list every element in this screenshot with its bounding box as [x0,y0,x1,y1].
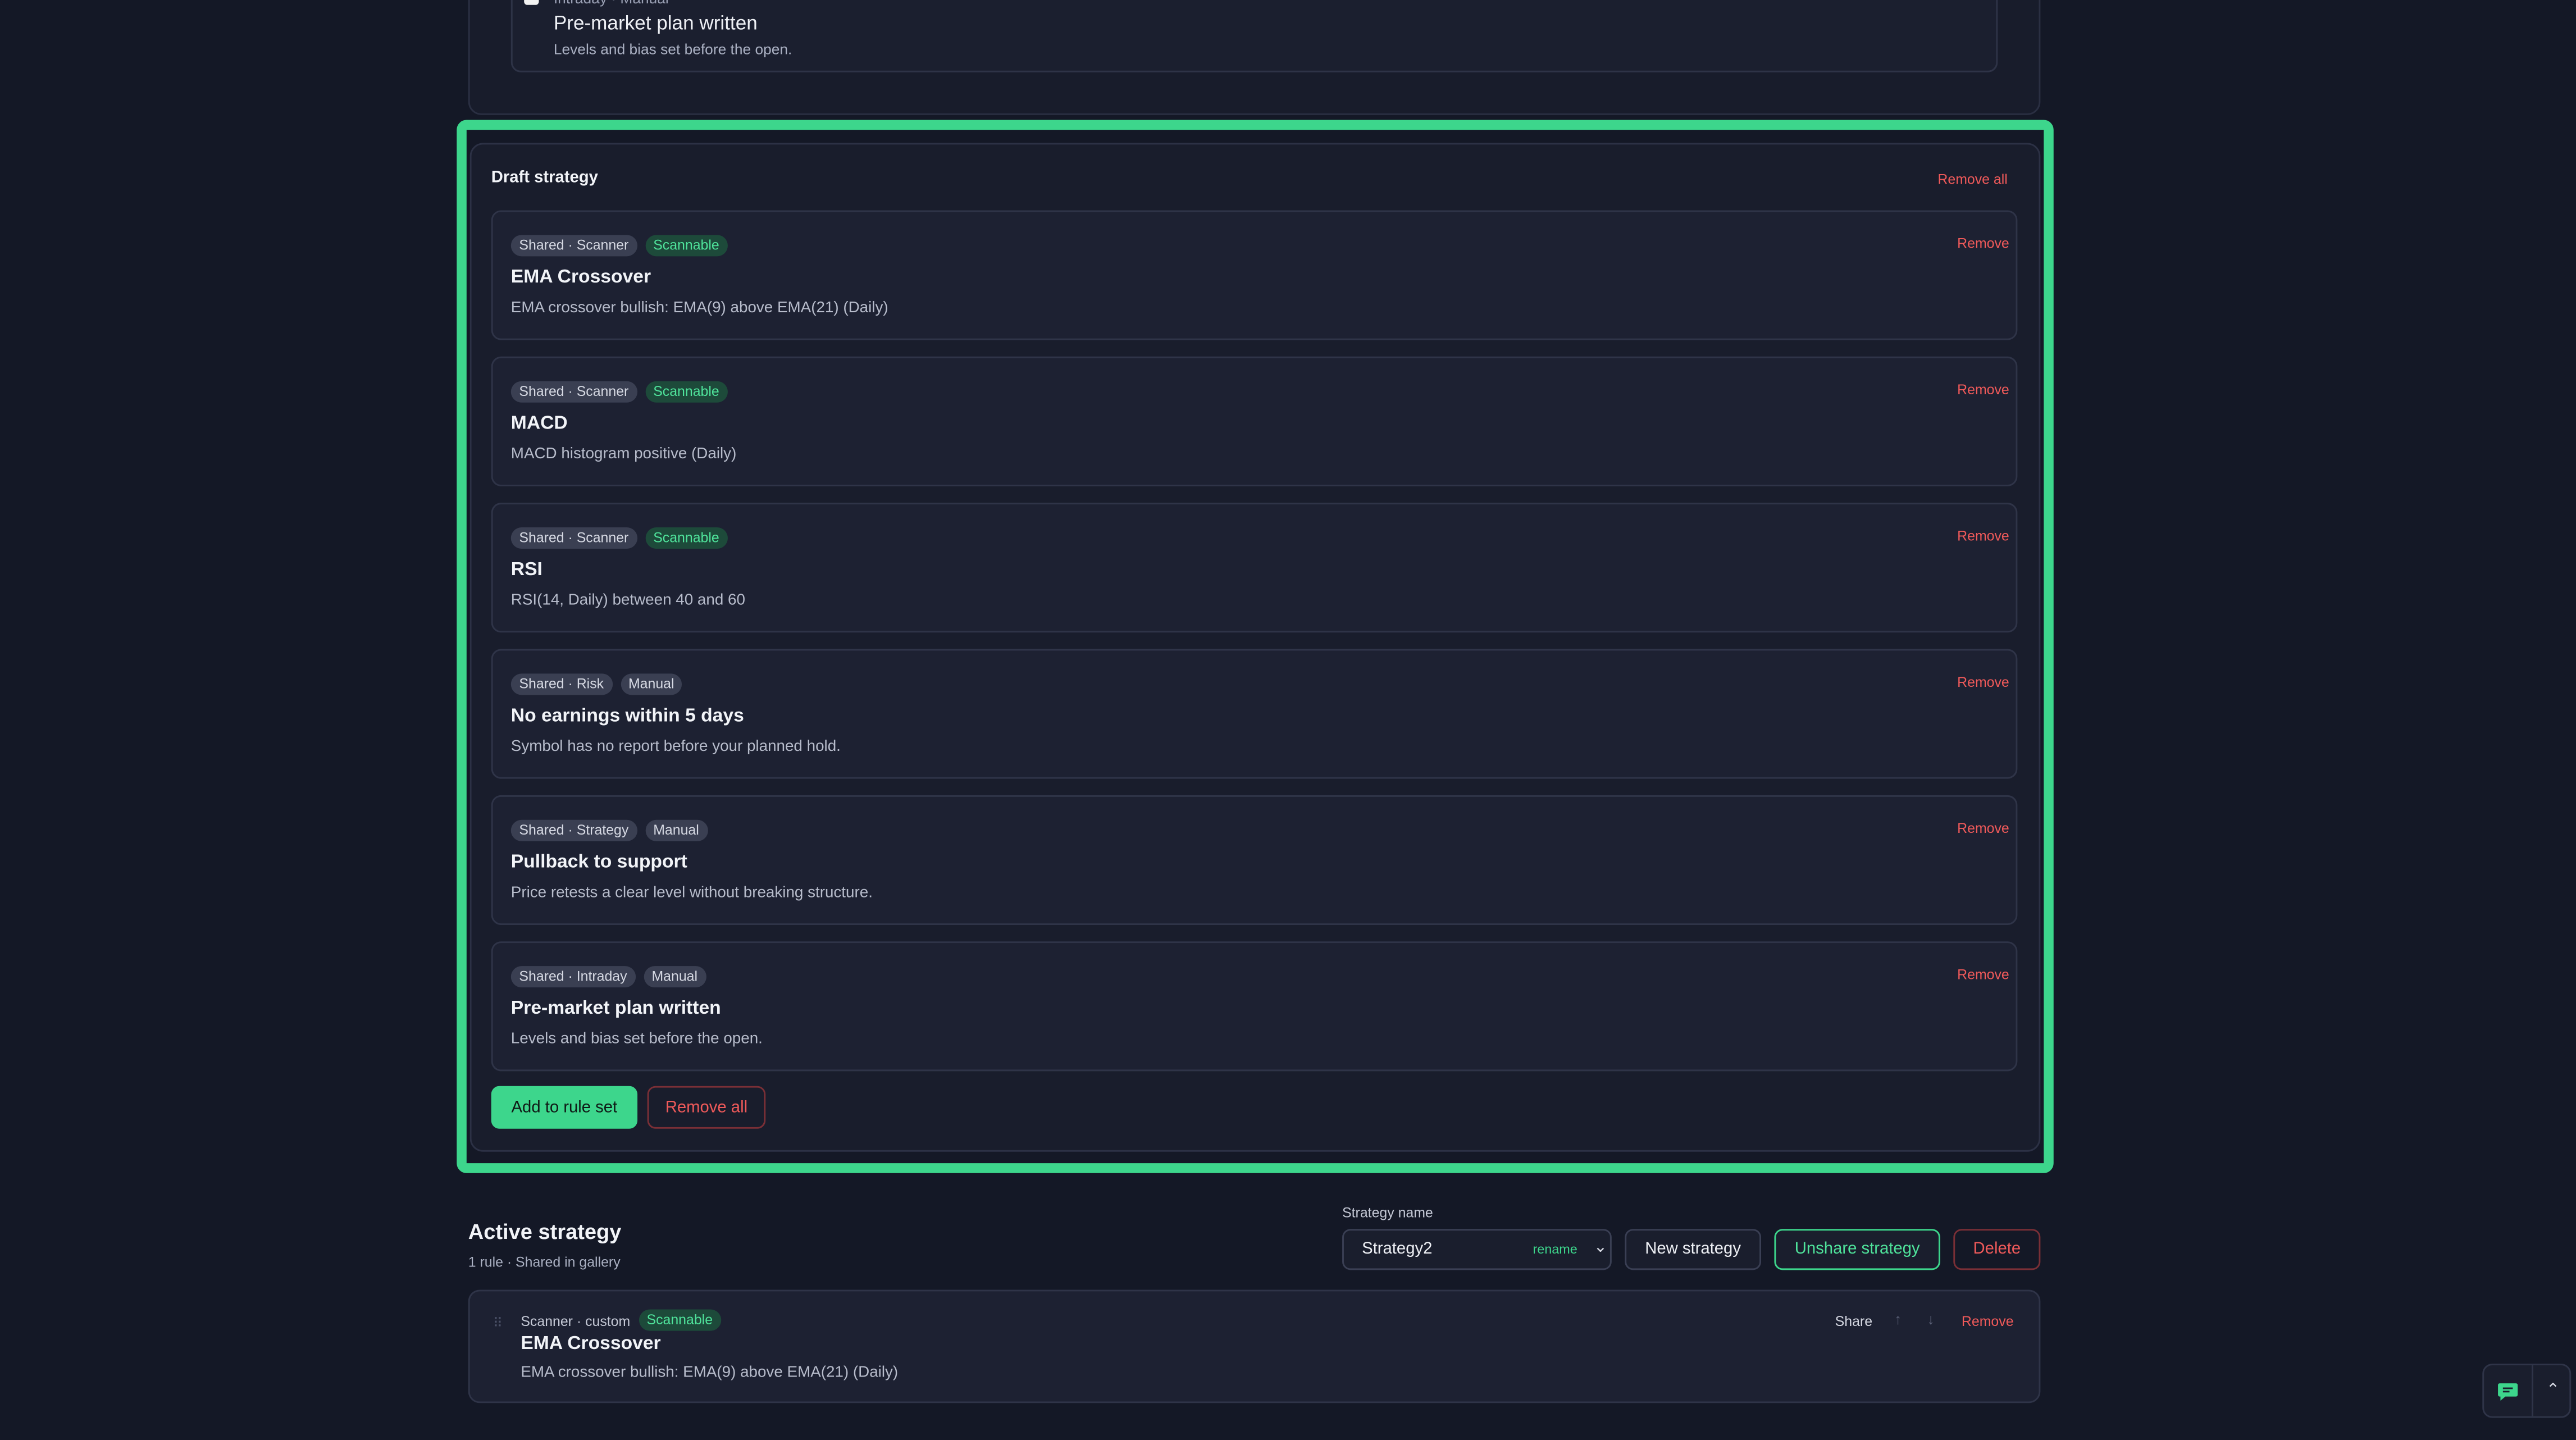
unshare-strategy-button[interactable]: Unshare strategy [1774,1229,1940,1270]
scannable-badge: Scannable [645,381,728,403]
rule-remove-button[interactable]: Remove [1957,966,2009,982]
previous-rule-title: Pre-market plan written [553,11,758,35]
draft-rule-card: Shared · Risk Manual No earnings within … [491,649,2018,779]
draft-rule-card: Shared · Intraday Manual Pre-market plan… [491,941,2018,1072]
remove-all-button[interactable]: Remove all [647,1086,766,1129]
rule-description: Levels and bias set before the open. [510,1030,763,1049]
remove-all-link[interactable]: Remove all [1937,171,2007,187]
rule-title: RSI [510,560,542,580]
draft-rule-card: Shared · Scanner Scannable EMA Crossover… [491,210,2018,340]
delete-strategy-button[interactable]: Delete [1953,1229,2041,1270]
rule-title: EMA Crossover [510,267,651,288]
scannable-badge: Scannable [645,527,728,549]
strategy-name-value: Strategy2 [1362,1240,1433,1259]
rule-description: Symbol has no report before your planned… [510,737,841,756]
rule-checkbox[interactable] [524,0,539,5]
rule-remove-button[interactable]: Remove [1957,673,2009,690]
draft-rule-card: Shared · Strategy Manual Pullback to sup… [491,795,2018,926]
chevron-up-icon[interactable]: ⌃ [2535,1365,2571,1416]
rule-title: Pullback to support [510,853,687,873]
previous-rule-meta: Intraday · Manual [554,0,669,7]
active-strategy-subtitle: 1 rule · Shared in gallery [468,1254,621,1270]
manual-badge: Manual [645,819,708,841]
rule-description: MACD histogram positive (Daily) [510,445,737,463]
rule-source-meta: Scanner · custom [521,1311,631,1329]
rule-description: Price retests a clear level without brea… [510,883,873,903]
scannable-badge: Scannable [638,1309,721,1331]
chat-bubble-icon[interactable] [2484,1365,2533,1416]
new-strategy-button[interactable]: New strategy [1625,1229,1762,1270]
rule-description: RSI(14, Daily) between 40 and 60 [510,591,745,610]
chevron-down-icon: ⌄ [1593,1238,1608,1257]
rule-remove-button[interactable]: Remove [1957,820,2009,836]
move-down-icon[interactable]: ↓ [1927,1311,1934,1327]
rule-title: Pre-market plan written [510,999,721,1019]
draft-rule-card: Shared · Scanner Scannable RSI RSI(14, D… [491,503,2018,633]
move-up-icon[interactable]: ↑ [1894,1311,1902,1327]
draft-strategy-title: Draft strategy [491,169,598,188]
strategy-name-select[interactable]: Strategy2 rename ⌄ [1342,1229,1612,1270]
share-button[interactable]: Share [1835,1313,1872,1329]
draft-rule-card: Shared · Scanner Scannable MACD MACD his… [491,356,2018,486]
active-strategy-title: Active strategy [468,1219,622,1244]
page: Intraday · Manual Pre-market plan writte… [0,0,2576,1439]
rename-link[interactable]: rename [1533,1242,1577,1257]
drag-handle-icon[interactable]: ⠿ [493,1316,503,1330]
manual-badge: Manual [620,673,683,695]
floating-help-widget: ⌃ [2482,1364,2572,1418]
rule-tag-badge: Shared · Intraday [510,966,636,988]
rule-remove-button[interactable]: Remove [1957,527,2009,544]
rule-tag-badge: Shared · Scanner [510,527,637,549]
add-to-rule-set-button[interactable]: Add to rule set [491,1086,638,1129]
active-rule-card: ⠿ Scanner · custom Scannable EMA Crossov… [468,1289,2041,1403]
rule-tag-badge: Shared · Scanner [510,235,637,257]
rule-remove-button[interactable]: Remove [1957,235,2009,251]
rule-tag-badge: Shared · Scanner [510,381,637,403]
scannable-badge: Scannable [645,235,728,257]
manual-badge: Manual [643,966,706,988]
rule-description: EMA crossover bullish: EMA(9) above EMA(… [510,299,888,317]
rule-remove-button[interactable]: Remove [1962,1313,2014,1329]
rule-title: MACD [510,414,568,434]
rule-tag-badge: Shared · Strategy [510,819,637,841]
rule-tag-badge: Shared · Risk [510,673,612,695]
rule-title: EMA Crossover [521,1334,661,1354]
rule-remove-button[interactable]: Remove [1957,381,2009,398]
rule-title: No earnings within 5 days [510,706,744,727]
previous-rule-desc: Levels and bias set before the open. [553,41,792,58]
strategy-name-label: Strategy name [1342,1204,1433,1221]
previous-rule-card [510,0,1998,72]
rule-description: EMA crossover bullish: EMA(9) above EMA(… [521,1364,899,1382]
